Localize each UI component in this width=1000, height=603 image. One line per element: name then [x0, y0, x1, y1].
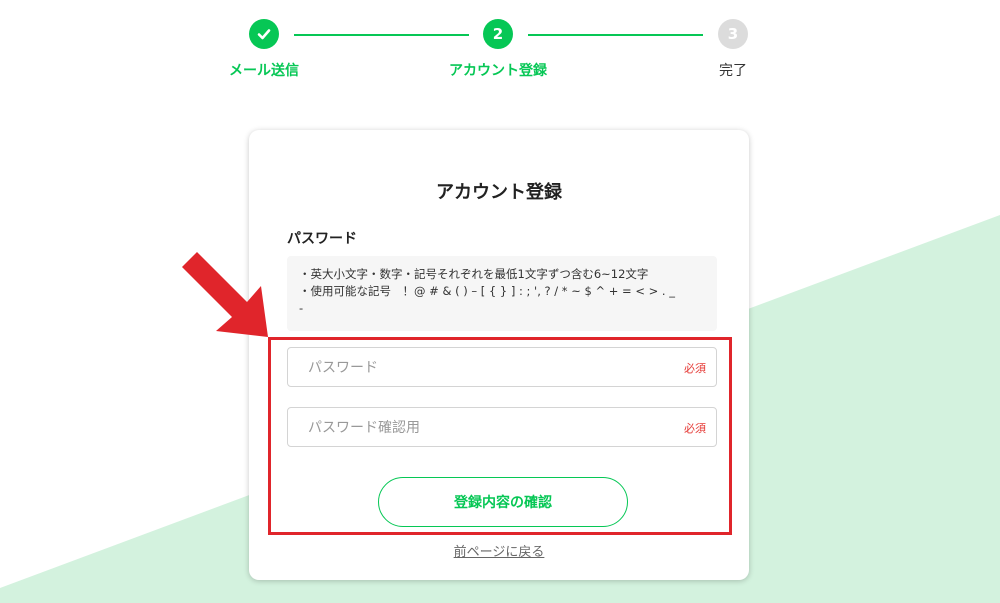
password-section-label: パスワード: [287, 231, 357, 247]
step-2-circle: 2: [483, 19, 513, 49]
password-rules-box: ・英大小文字・数字・記号それぞれを最低1文字ずつ含む6~12文字 ・使用可能な記…: [287, 256, 717, 331]
step-1-circle: [249, 19, 279, 49]
page-title: アカウント登録: [436, 182, 562, 203]
annotation-arrow-icon: [182, 252, 268, 337]
step-2-label: アカウント登録: [449, 63, 547, 79]
back-link[interactable]: 前ページに戻る: [249, 541, 749, 560]
password-rule-line-3: -: [299, 301, 304, 315]
password-rule-line-2: ・使用可能な記号 ！@ # & ( ) – [ { } ] : ; ', ? /…: [299, 284, 675, 298]
step-1-label: メール送信: [229, 63, 299, 79]
check-icon: [257, 29, 271, 40]
step-connector-2: [528, 34, 703, 36]
step-3-circle: 3: [718, 19, 748, 49]
step-2-number: 2: [492, 25, 504, 43]
password-rule-line-1: ・英大小文字・数字・記号それぞれを最低1文字ずつ含む6~12文字: [299, 267, 649, 281]
step-3-number: 3: [727, 25, 739, 43]
progress-stepper: 2 3 メール送信 アカウント登録 完了: [0, 0, 1000, 100]
step-connector-1: [294, 34, 469, 36]
annotation-highlight-box: [268, 337, 732, 535]
step-3-label: 完了: [719, 63, 747, 79]
